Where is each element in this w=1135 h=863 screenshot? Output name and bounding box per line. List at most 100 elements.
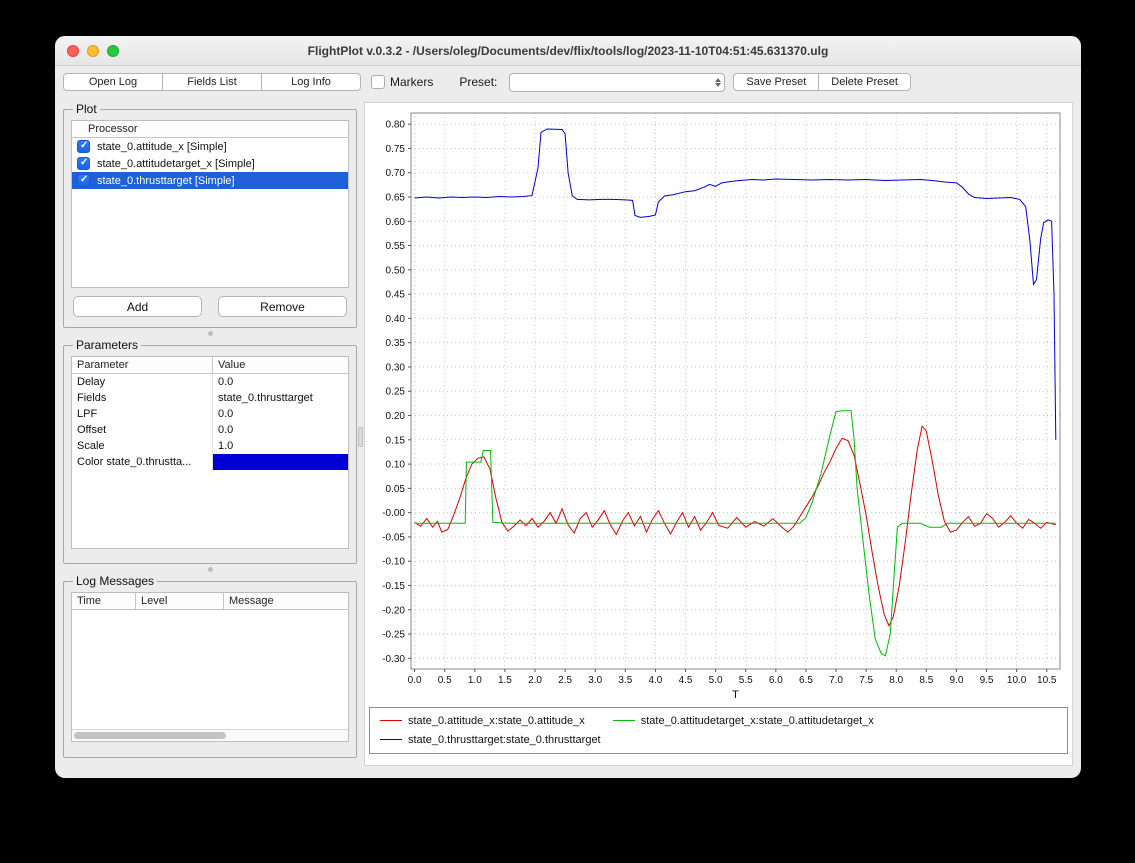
flight-chart[interactable]: 0.00.51.01.52.02.53.03.54.04.55.05.56.06… [365,103,1072,705]
svg-text:0.25: 0.25 [386,387,406,398]
svg-text:10.0: 10.0 [1007,675,1027,686]
svg-text:-0.00: -0.00 [382,508,405,519]
value-column-header[interactable]: Value [213,357,348,373]
traffic-lights [67,36,119,65]
chart-panel: 0.00.51.01.52.02.53.03.54.04.55.05.56.06… [364,102,1073,766]
markers-label: Markers [390,75,433,89]
param-row[interactable]: Offset0.0 [72,422,348,438]
param-color-swatch[interactable] [213,454,348,470]
log-messages-group-title: Log Messages [73,574,157,588]
svg-text:7.5: 7.5 [859,675,873,686]
splitter-grip[interactable] [358,427,363,447]
legend-line-sample [380,720,402,721]
svg-text:5.0: 5.0 [709,675,723,686]
svg-text:0.65: 0.65 [386,193,406,204]
splitter-plot-parameters[interactable] [63,328,357,338]
markers-checkbox[interactable] [371,75,385,89]
svg-text:-0.20: -0.20 [382,605,405,616]
param-value[interactable]: 0.0 [213,422,348,438]
param-name: Color state_0.thrustta... [72,454,213,470]
delete-preset-button[interactable]: Delete Preset [818,73,911,91]
svg-text:-0.30: -0.30 [382,654,405,665]
param-row[interactable]: Delay0.0 [72,374,348,390]
param-value[interactable]: 0.0 [213,406,348,422]
row-checkbox[interactable] [77,140,90,153]
svg-text:0.20: 0.20 [386,411,406,422]
message-column-header[interactable]: Message [224,593,348,609]
open-log-button[interactable]: Open Log [63,73,163,91]
minimize-button[interactable] [87,45,99,57]
svg-text:3.0: 3.0 [588,675,602,686]
svg-text:0.70: 0.70 [386,168,406,179]
horizontal-scrollbar[interactable] [72,729,348,741]
param-row[interactable]: Scale1.0 [72,438,348,454]
zoom-button[interactable] [107,45,119,57]
plot-row-label: state_0.attitudetarget_x [Simple] [97,158,255,170]
param-value[interactable]: 0.0 [213,374,348,390]
param-row[interactable]: LPF0.0 [72,406,348,422]
svg-text:0.80: 0.80 [386,120,406,131]
remove-button[interactable]: Remove [218,296,347,317]
fields-list-button[interactable]: Fields List [162,73,262,91]
legend-label: state_0.thrusttarget:state_0.thrusttarge… [408,734,601,746]
processor-column-header[interactable]: Processor [72,121,348,138]
param-value[interactable]: 1.0 [213,438,348,454]
left-panel: Plot Processor state_0.attitude_x [Simpl… [63,102,357,766]
splitter-parameters-log[interactable] [63,564,357,574]
plot-row[interactable]: state_0.attitudetarget_x [Simple] [72,155,348,172]
desktop-background: FlightPlot v.0.3.2 - /Users/oleg/Documen… [0,0,1135,863]
param-table-body: Delay0.0Fieldsstate_0.thrusttargetLPF0.0… [72,374,348,470]
svg-text:0.40: 0.40 [386,314,406,325]
toolbar: Open Log Fields List Log Info Markers Pr… [55,66,1081,98]
svg-text:0.30: 0.30 [386,362,406,373]
svg-text:1.5: 1.5 [498,675,512,686]
parameters-group: Parameters Parameter Value Delay0.0Field… [63,338,357,564]
legend-label: state_0.attitudetarget_x:state_0.attitud… [641,715,874,727]
svg-text:2.5: 2.5 [558,675,572,686]
log-table-body [72,610,348,729]
svg-text:0.45: 0.45 [386,290,406,301]
svg-text:0.50: 0.50 [386,265,406,276]
time-column-header[interactable]: Time [72,593,136,609]
parameters-table-header: Parameter Value [72,357,348,374]
log-info-button[interactable]: Log Info [261,73,361,91]
scrollbar-thumb[interactable] [74,732,226,739]
save-preset-button[interactable]: Save Preset [733,73,819,91]
add-button[interactable]: Add [73,296,202,317]
plot-row-label: state_0.attitude_x [Simple] [97,141,227,153]
param-name: Delay [72,374,213,390]
svg-text:4.0: 4.0 [648,675,662,686]
close-button[interactable] [67,45,79,57]
log-button-group: Open Log Fields List Log Info [63,73,361,91]
level-column-header[interactable]: Level [136,593,224,609]
svg-text:8.5: 8.5 [919,675,933,686]
row-checkbox[interactable] [77,157,90,170]
svg-text:9.5: 9.5 [980,675,994,686]
svg-text:2.0: 2.0 [528,675,542,686]
row-checkbox[interactable] [77,174,90,187]
param-row[interactable]: Fieldsstate_0.thrusttarget [72,390,348,406]
flightplot-window: FlightPlot v.0.3.2 - /Users/oleg/Documen… [55,36,1081,778]
plot-row[interactable]: state_0.attitude_x [Simple] [72,138,348,155]
plot-group-title: Plot [73,102,100,116]
param-row[interactable]: Color state_0.thrustta... [72,454,348,470]
parameter-column-header[interactable]: Parameter [72,357,213,373]
titlebar[interactable]: FlightPlot v.0.3.2 - /Users/oleg/Documen… [55,36,1081,66]
svg-text:-0.05: -0.05 [382,532,405,543]
svg-text:-0.15: -0.15 [382,581,405,592]
legend-line-sample [613,720,635,721]
preset-button-group: Save Preset Delete Preset [733,73,911,91]
svg-text:1.0: 1.0 [468,675,482,686]
svg-text:0.10: 0.10 [386,460,406,471]
svg-text:0.55: 0.55 [386,241,406,252]
splitter-left-chart[interactable] [357,102,364,766]
plot-row[interactable]: state_0.thrusttarget [Simple] [72,172,348,189]
param-value[interactable]: state_0.thrusttarget [213,390,348,406]
svg-text:5.5: 5.5 [739,675,753,686]
preset-combobox[interactable] [509,73,725,92]
svg-text:0.5: 0.5 [438,675,452,686]
processor-table: Processor state_0.attitude_x [Simple] sta… [71,120,349,288]
splitter-dot-icon [208,331,213,336]
svg-text:8.0: 8.0 [889,675,903,686]
log-table-header: Time Level Message [72,593,348,610]
